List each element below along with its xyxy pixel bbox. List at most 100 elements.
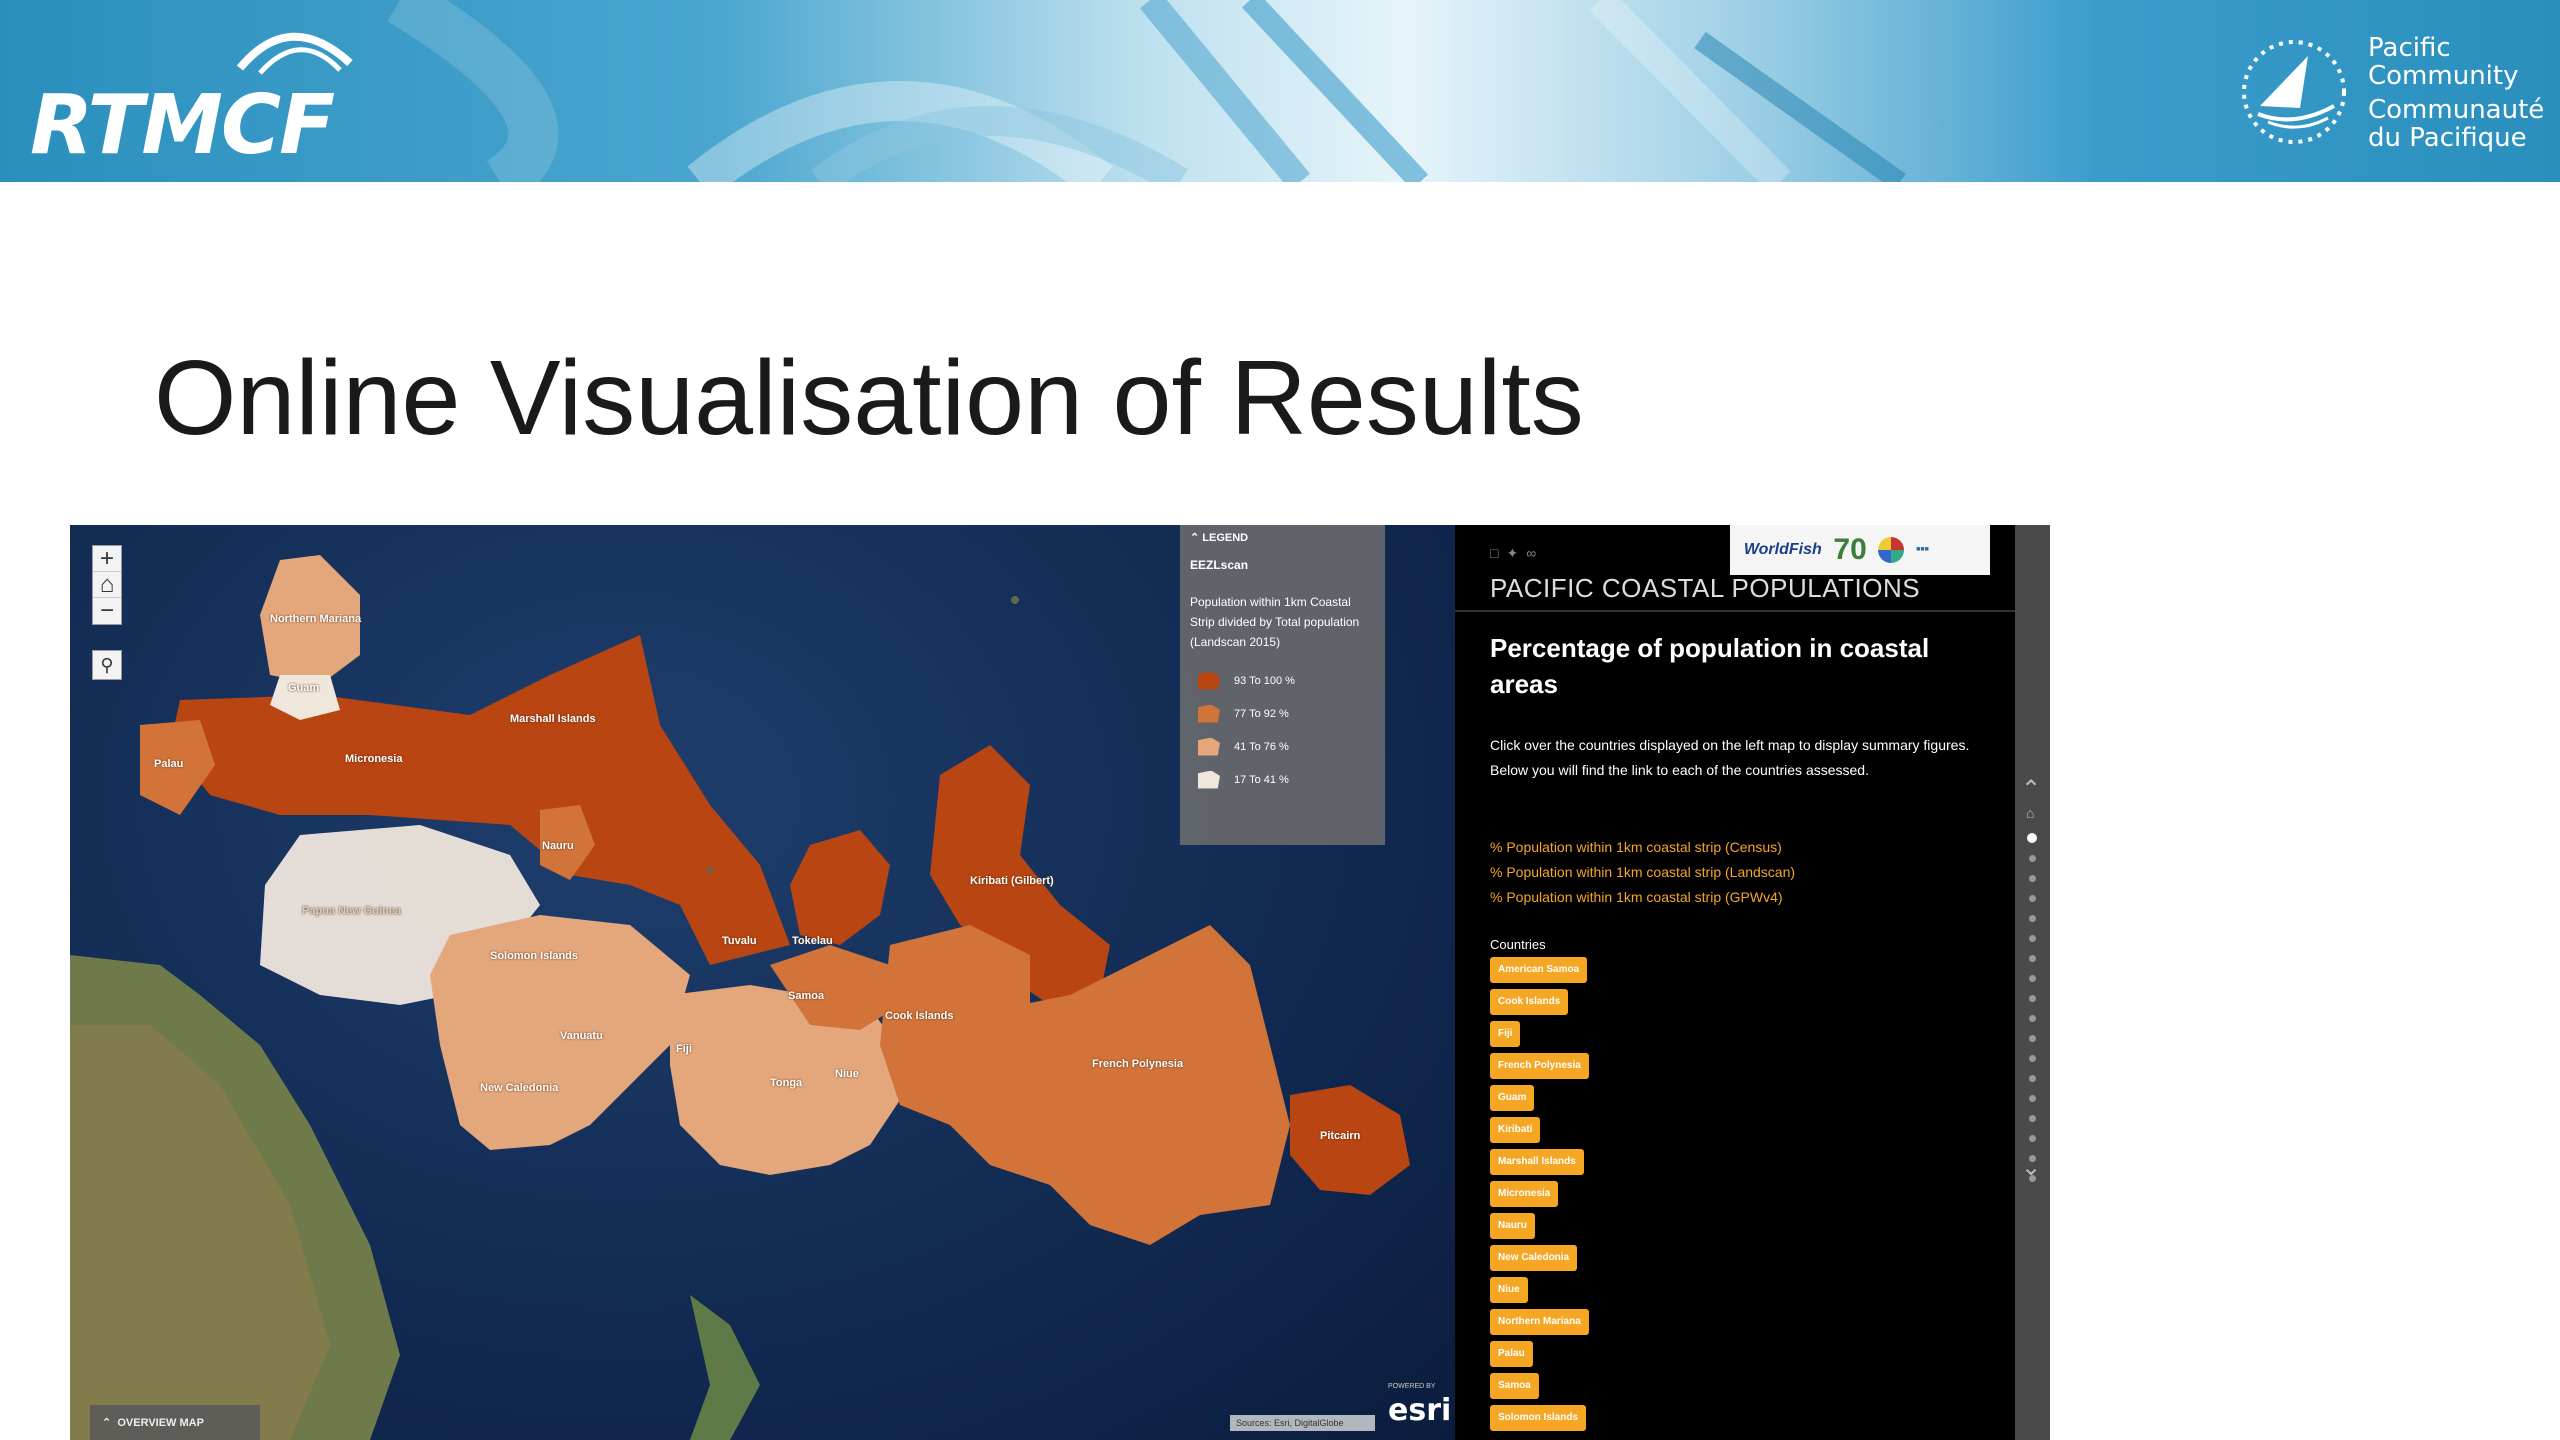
label-nauru: Nauru <box>542 840 574 852</box>
legend-item: 17 To 41 % <box>1190 763 1375 796</box>
label-tuvalu: Tuvalu <box>722 935 757 947</box>
pacific-community-logo-icon <box>2242 40 2346 144</box>
country-button[interactable]: Fiji <box>1490 1021 1521 1047</box>
country-button[interactable]: Northern Mariana <box>1490 1309 1589 1335</box>
country-button[interactable]: Kiribati <box>1490 1117 1541 1143</box>
new-zealand-landmass <box>690 1295 760 1440</box>
legend-item: 77 To 92 % <box>1190 697 1375 730</box>
map-view[interactable]: + ⌂ − ⚲ Northern Mariana Guam Palau Micr… <box>70 525 1455 1440</box>
chevron-up-icon: ⌃ <box>102 1417 118 1429</box>
nav-dot[interactable] <box>2029 1075 2036 1082</box>
legend-item: 41 To 76 % <box>1190 730 1375 763</box>
link-landscan[interactable]: % Population within 1km coastal strip (L… <box>1490 860 1795 885</box>
country-button[interactable]: Marshall Islands <box>1490 1149 1584 1175</box>
nav-dot[interactable] <box>2029 1035 2036 1042</box>
australia-detail <box>70 1025 330 1440</box>
country-button[interactable]: New Caledonia <box>1490 1245 1578 1271</box>
legend-swatch <box>1198 704 1220 723</box>
label-pitcairn: Pitcairn <box>1320 1130 1361 1142</box>
rtmcf-swoosh-icon <box>236 32 353 75</box>
label-palau: Palau <box>154 758 184 770</box>
country-button[interactable]: Micronesia <box>1490 1181 1559 1207</box>
nav-dot[interactable] <box>2029 1095 2036 1102</box>
zoom-control: + ⌂ − <box>92 545 122 625</box>
zoom-in-button[interactable]: + <box>93 545 121 572</box>
legend-header[interactable]: ⌃ LEGEND <box>1190 531 1375 544</box>
panel-description: Click over the countries displayed on th… <box>1490 733 1980 783</box>
map-attribution: Sources: Esri, DigitalGlobe <box>1230 1415 1375 1431</box>
pc-line-2: Community <box>2368 61 2519 91</box>
panel-title: PACIFIC COASTAL POPULATIONS <box>1490 573 1921 603</box>
slide: RTMCF Pacific Community Communauté du Pa… <box>0 0 2560 1440</box>
link-gpwv4[interactable]: % Population within 1km coastal strip (G… <box>1490 885 1795 910</box>
legend-swatch <box>1198 737 1220 756</box>
panel-divider <box>1455 610 2015 612</box>
nav-dot[interactable] <box>2029 915 2036 922</box>
country-button[interactable]: Palau <box>1490 1341 1533 1367</box>
story-map-app: + ⌂ − ⚲ Northern Mariana Guam Palau Micr… <box>70 525 2050 1440</box>
pacific-community-text: Pacific Community Communauté du Pacifiqu… <box>2368 34 2544 152</box>
country-button[interactable]: Niue <box>1490 1277 1528 1303</box>
label-guam: Guam <box>288 682 320 694</box>
nav-dot[interactable] <box>2029 895 2036 902</box>
link-icon[interactable]: ∞ <box>1526 545 1544 561</box>
country-button[interactable]: Cook Islands <box>1490 989 1569 1015</box>
label-northern-mariana: Northern Mariana <box>270 613 362 625</box>
nav-dot[interactable] <box>2029 955 2036 962</box>
country-button[interactable]: Solomon Islands <box>1490 1405 1587 1431</box>
zoom-out-button[interactable]: − <box>93 597 121 624</box>
legend-swatch <box>1198 770 1220 789</box>
label-french-polynesia: French Polynesia <box>1092 1058 1184 1070</box>
country-button[interactable]: Samoa <box>1490 1373 1539 1399</box>
legend-item: 93 To 100 % <box>1190 664 1375 697</box>
label-tonga: Tonga <box>770 1077 803 1089</box>
partner-logos: WorldFish 70 ■■■ <box>1730 525 1990 575</box>
twitter-icon[interactable]: ✦ <box>1506 545 1526 561</box>
nav-dot[interactable] <box>2029 995 2036 1002</box>
nav-dot-active[interactable] <box>2027 833 2037 843</box>
country-button[interactable]: American Samoa <box>1490 957 1588 983</box>
rtmcf-logo: RTMCF <box>30 28 370 173</box>
country-buttons: American Samoa Cook Islands Fiji French … <box>1490 957 1690 1437</box>
pc-line-4: du Pacifique <box>2368 123 2527 153</box>
search-button[interactable]: ⚲ <box>92 650 122 680</box>
nav-dot[interactable] <box>2029 1055 2036 1062</box>
side-panel: □✦∞ WorldFish 70 ■■■ PACIFIC COASTAL POP… <box>1455 525 2015 1440</box>
countries-header: Countries <box>1490 937 1546 952</box>
label-niue: Niue <box>835 1068 859 1080</box>
search-icon: ⚲ <box>100 654 114 675</box>
chevron-down-icon[interactable]: ⌄ <box>2021 1153 2041 1182</box>
nav-dot[interactable] <box>2029 1115 2036 1122</box>
pc-line-1: Pacific <box>2368 33 2451 63</box>
nav-dot[interactable] <box>2029 1135 2036 1142</box>
label-new-caledonia: New Caledonia <box>480 1082 559 1094</box>
map-legend: ⌃ LEGEND EEZLscan Population within 1km … <box>1180 525 1385 845</box>
country-button[interactable]: Guam <box>1490 1085 1535 1111</box>
label-cook-islands: Cook Islands <box>885 1010 954 1022</box>
country-button[interactable]: French Polynesia <box>1490 1053 1589 1079</box>
esri-logo: esri <box>1388 1393 1452 1428</box>
chevron-up-icon[interactable]: ⌃ <box>2021 775 2041 804</box>
nav-dot[interactable] <box>2029 935 2036 942</box>
legend-layer-name: EEZLscan <box>1190 558 1249 572</box>
home-icon[interactable]: ⌂ <box>2026 805 2034 821</box>
nav-dot[interactable] <box>2029 1015 2036 1022</box>
facebook-icon[interactable]: □ <box>1490 545 1506 561</box>
nav-dot[interactable] <box>2029 855 2036 862</box>
link-census[interactable]: % Population within 1km coastal strip (C… <box>1490 835 1795 860</box>
country-button[interactable]: Nauru <box>1490 1213 1535 1239</box>
section-navigation[interactable]: ⌃ ⌂ ⌄ <box>2015 525 2050 1440</box>
label-vanuatu: Vanuatu <box>560 1030 603 1042</box>
legend-description: Population within 1km Coastal Strip divi… <box>1190 595 1360 649</box>
label-kiribati: Kiribati (Gilbert) <box>970 875 1054 887</box>
overview-map-toggle[interactable]: ⌃ OVERVIEW MAP <box>90 1405 260 1440</box>
panel-links: % Population within 1km coastal strip (C… <box>1490 835 1795 910</box>
home-button[interactable]: ⌂ <box>93 571 121 598</box>
label-tokelau: Tokelau <box>792 935 833 947</box>
nav-dot[interactable] <box>2029 875 2036 882</box>
rtmcf-logo-text: RTMCF <box>30 78 335 173</box>
nav-dot[interactable] <box>2029 975 2036 982</box>
panel-description-line: Click over the countries displayed on th… <box>1490 737 1970 753</box>
label-micronesia: Micronesia <box>345 753 403 765</box>
slide-title: Online Visualisation of Results <box>154 339 1584 457</box>
